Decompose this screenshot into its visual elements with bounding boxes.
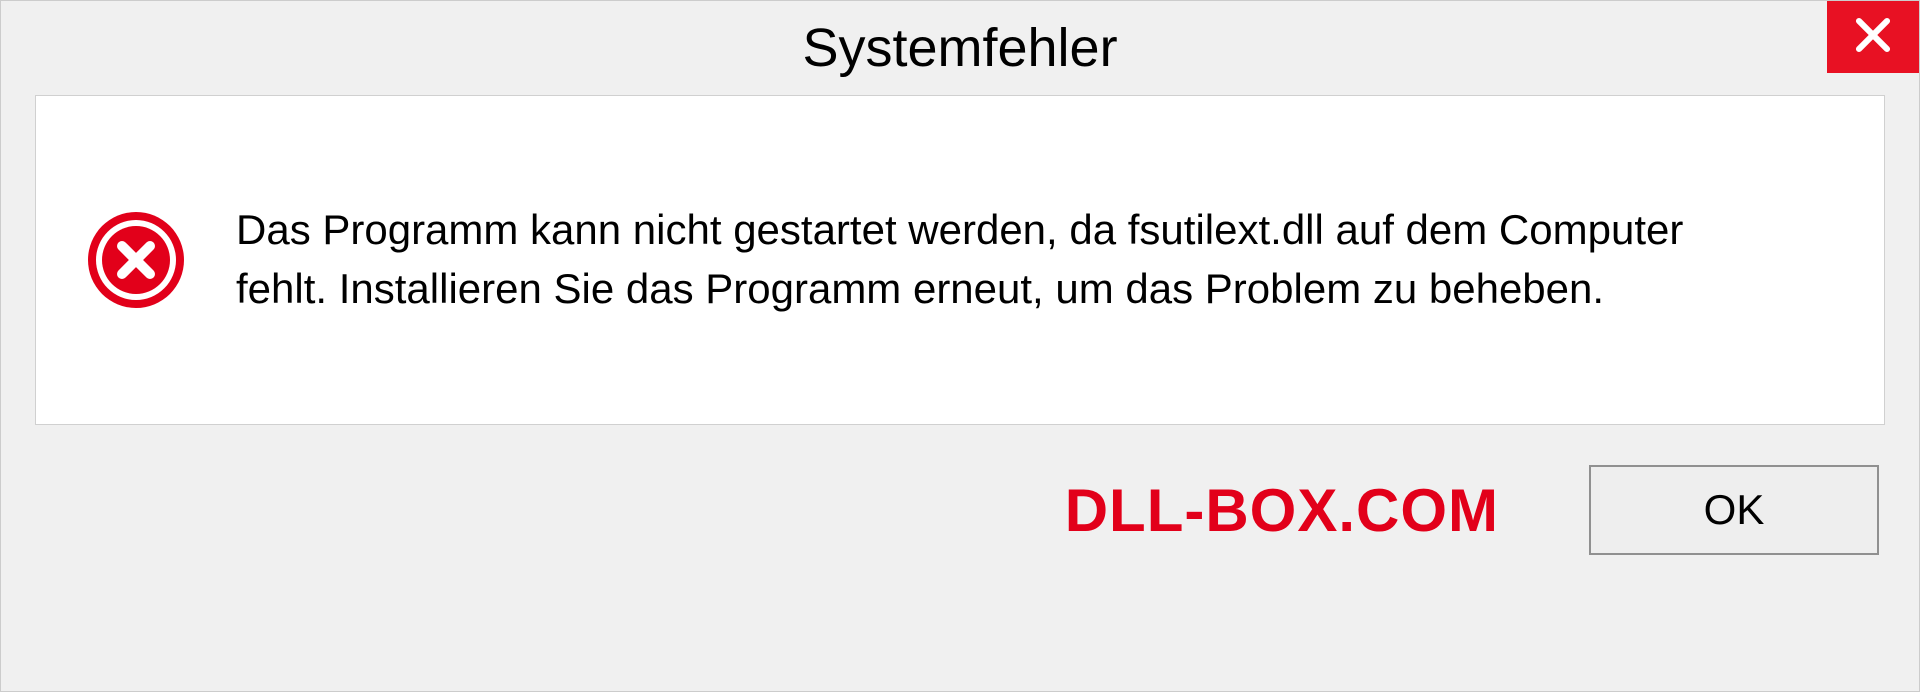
watermark-text: DLL-BOX.COM: [1065, 476, 1499, 545]
ok-button[interactable]: OK: [1589, 465, 1879, 555]
ok-button-label: OK: [1704, 486, 1765, 534]
content-panel: Das Programm kann nicht gestartet werden…: [35, 95, 1885, 425]
close-button[interactable]: [1827, 1, 1919, 73]
error-dialog: Systemfehler Das Programm kann nicht ges…: [0, 0, 1920, 692]
error-message: Das Programm kann nicht gestartet werden…: [236, 201, 1786, 319]
dialog-title: Systemfehler: [802, 17, 1117, 79]
dialog-footer: DLL-BOX.COM OK: [1, 425, 1919, 595]
title-bar: Systemfehler: [1, 1, 1919, 95]
close-icon: [1852, 14, 1894, 61]
error-icon: [86, 210, 186, 310]
